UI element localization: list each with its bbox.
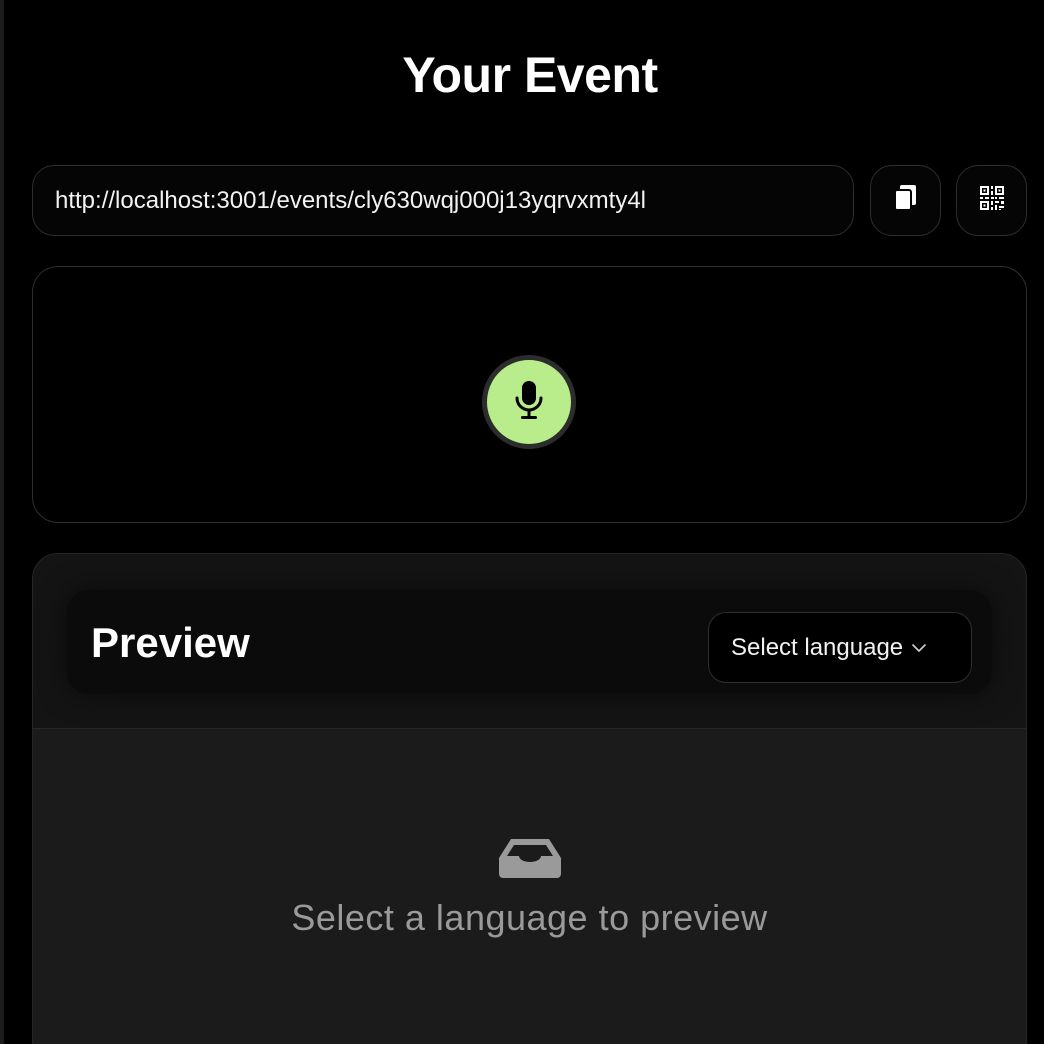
preview-header-area: Preview Select language — [33, 554, 1026, 729]
qr-code-icon — [979, 185, 1005, 216]
preview-title: Preview — [91, 619, 250, 666]
qr-code-button[interactable] — [956, 165, 1027, 236]
window-edge — [0, 0, 4, 1044]
event-url-field[interactable]: http://localhost:3001/events/cly630wqj00… — [32, 165, 854, 236]
chevron-down-icon — [911, 643, 927, 653]
language-select[interactable]: Select language — [708, 612, 972, 683]
recording-panel — [32, 266, 1027, 523]
language-select-value: Select language — [731, 633, 904, 661]
inbox-icon — [33, 836, 1026, 885]
record-button[interactable] — [482, 355, 576, 449]
preview-card: Preview Select language Select a languag… — [32, 553, 1027, 1044]
microphone-icon — [512, 379, 546, 426]
empty-state: Select a language to preview — [33, 836, 1026, 939]
copy-icon — [893, 184, 919, 217]
page-title: Your Event — [402, 47, 658, 103]
copy-link-button[interactable] — [870, 165, 941, 236]
empty-state-message: Select a language to preview — [291, 897, 768, 938]
preview-header: Preview Select language — [67, 590, 992, 694]
